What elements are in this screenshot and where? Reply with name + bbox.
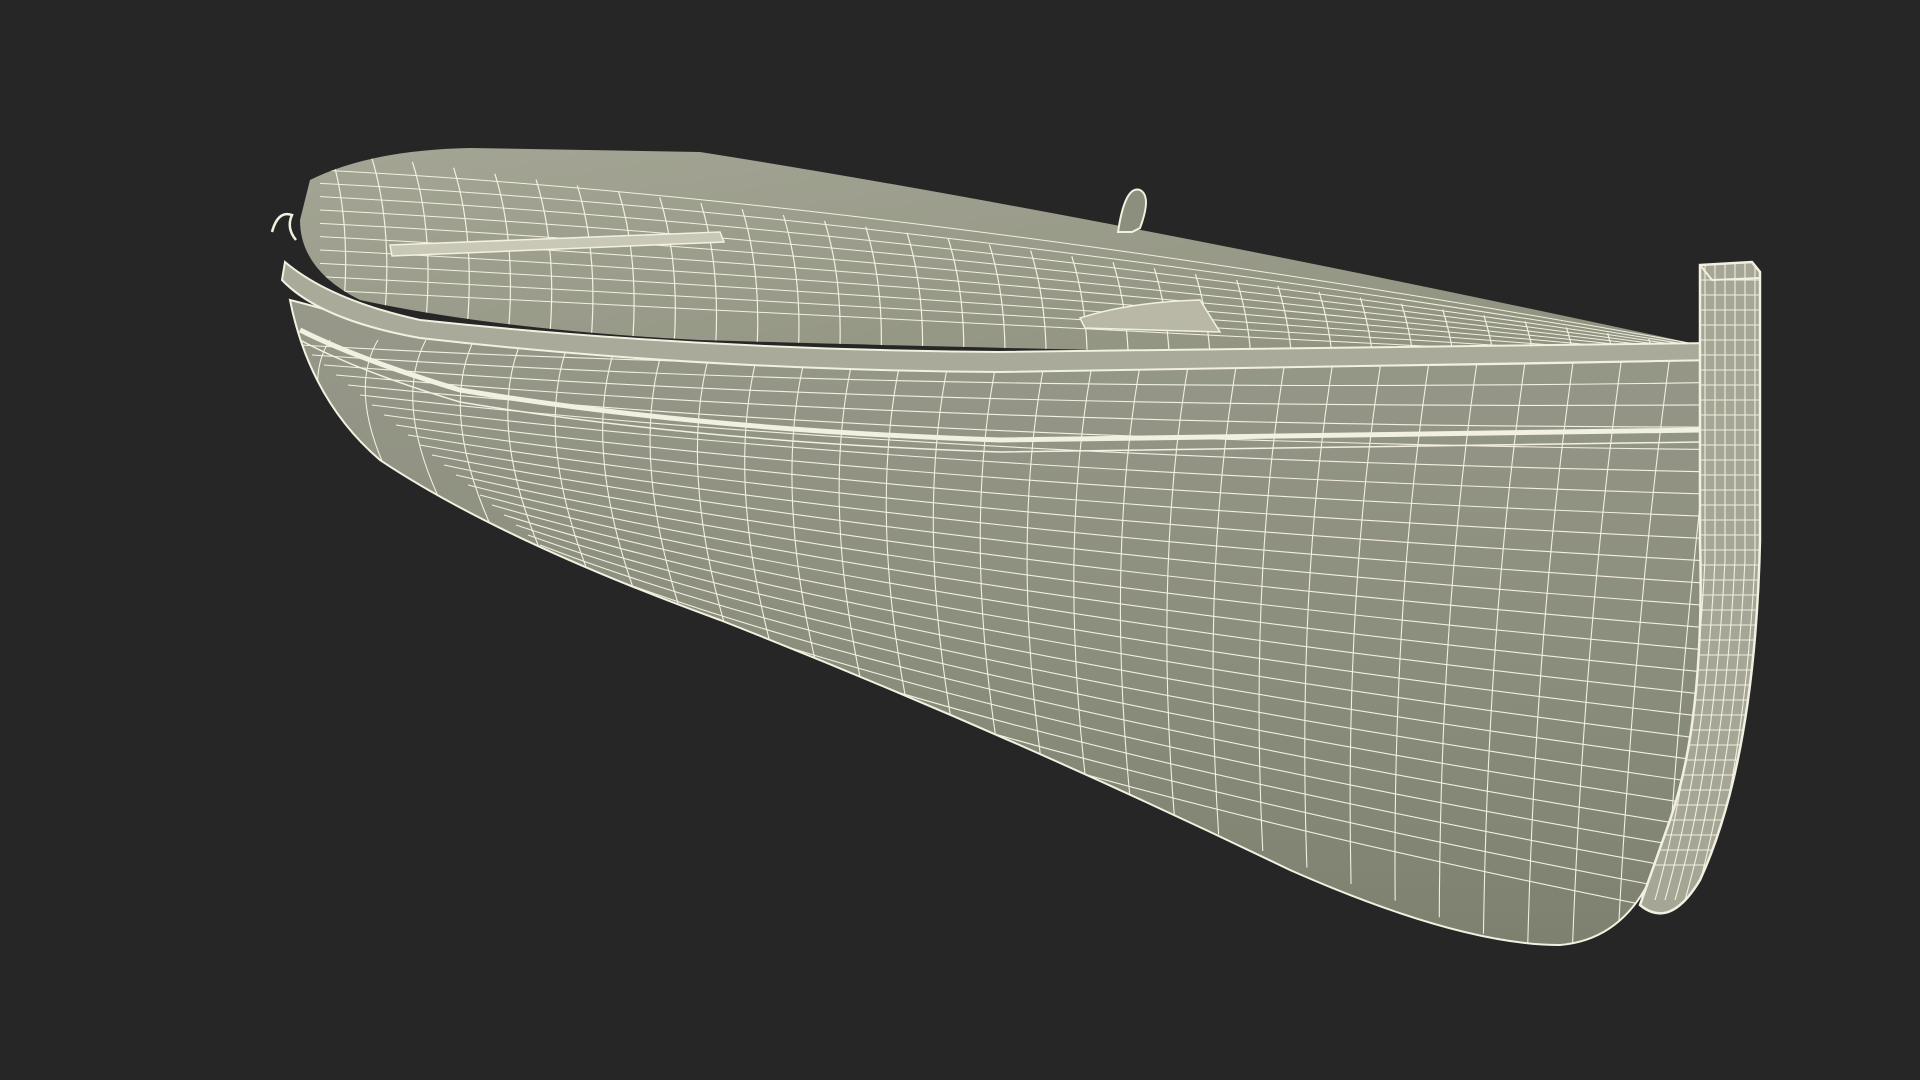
oarlock [1116,188,1147,233]
bow-cleat [270,212,297,241]
boat-render [270,148,1762,947]
3d-viewport[interactable] [0,0,1920,1080]
boat-hull [288,298,1716,947]
